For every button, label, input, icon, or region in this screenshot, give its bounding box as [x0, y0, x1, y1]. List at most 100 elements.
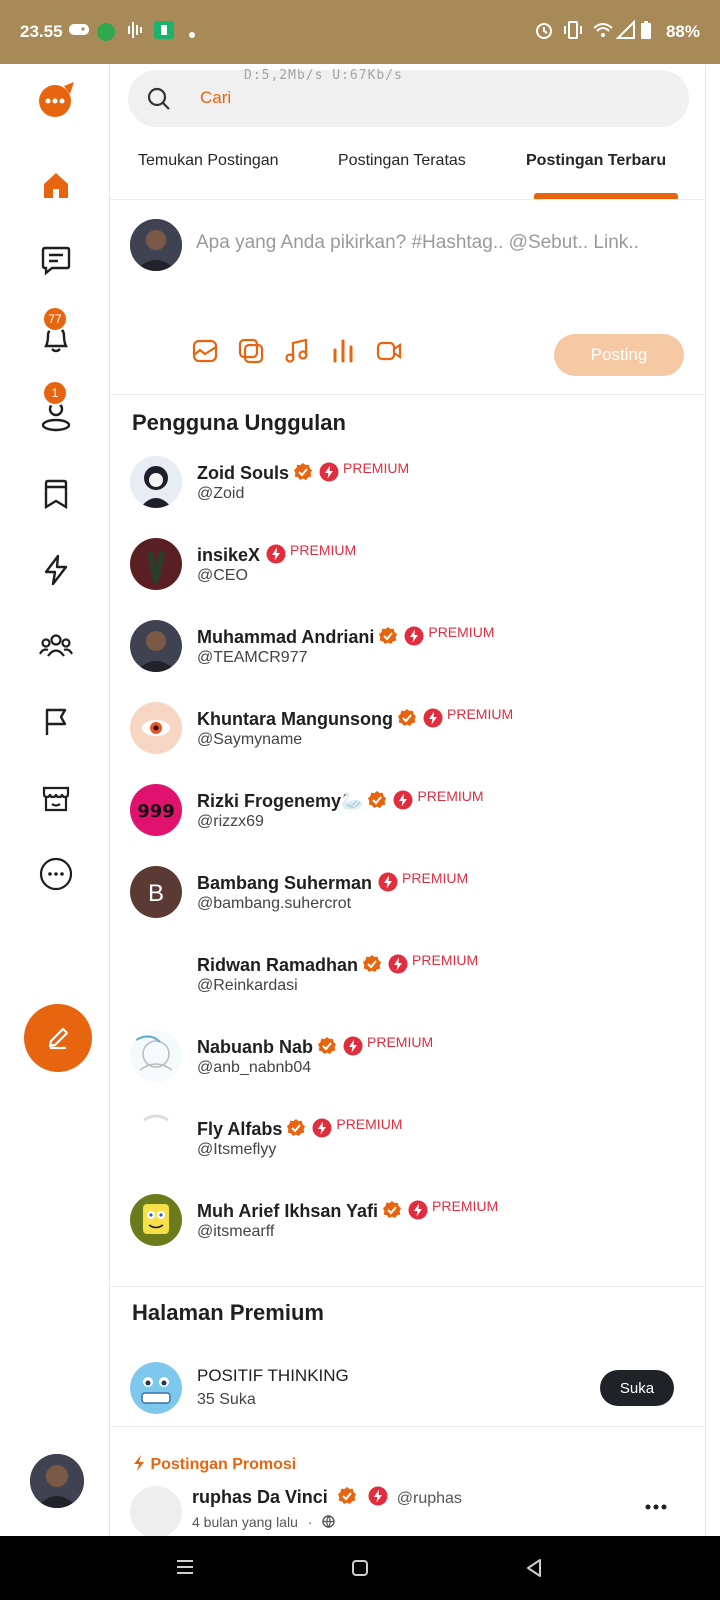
user-name[interactable]: Zoid Souls: [197, 463, 289, 483]
premium-icon: [319, 462, 339, 482]
user-handle: @itsmearff: [197, 1223, 275, 1240]
marketplace-store-icon[interactable]: [34, 776, 78, 820]
user-name[interactable]: Nabuanb Nab: [197, 1037, 313, 1057]
pages-flag-icon[interactable]: [34, 700, 78, 744]
signal-icon: [615, 19, 636, 45]
user-name[interactable]: Bambang Suherman: [197, 873, 372, 893]
badge-icon: [96, 20, 116, 47]
user-avatar[interactable]: [130, 1112, 182, 1164]
wifi-icon: [592, 20, 614, 45]
user-handle: @TEAMCR977: [197, 649, 308, 666]
composer-avatar: [130, 219, 182, 271]
battery-icon: [640, 20, 652, 45]
user-handle: @Reinkardasi: [197, 977, 298, 994]
featured-user-row[interactable]: insikeX PREMIUM @CEO: [130, 538, 690, 598]
pencil-icon: [48, 1027, 69, 1050]
user-avatar[interactable]: [130, 620, 182, 672]
featured-user-row[interactable]: B Bambang Suherman PREMIUM @bambang.suhercr…: [130, 866, 690, 926]
premium-icon: [404, 626, 424, 646]
promo-author-text: ruphas Da Vinci: [192, 1487, 328, 1507]
user-name[interactable]: Muhammad Andriani: [197, 627, 374, 647]
search-icon: [147, 87, 170, 110]
user-name-line: insikeX PREMIUM: [197, 542, 356, 566]
user-name[interactable]: insikeX: [197, 545, 260, 565]
user-name[interactable]: Fly Alfabs: [197, 1119, 282, 1139]
tab-top[interactable]: Postingan Teratas: [338, 152, 466, 170]
like-page-button[interactable]: Suka: [600, 1370, 674, 1406]
user-avatar[interactable]: [130, 1194, 182, 1246]
featured-user-row[interactable]: Khuntara Mangunsong PREMIUM @Saymyname: [130, 702, 690, 762]
bookmark-icon[interactable]: [34, 472, 78, 516]
messages-icon[interactable]: [34, 238, 78, 282]
friend-requests-badge: 1: [42, 380, 68, 406]
user-avatar[interactable]: [130, 1030, 182, 1082]
globe-icon: [322, 1515, 336, 1529]
featured-user-row[interactable]: 999 Rizki Frogenemy🦢 PREMIUM @rizzx69: [130, 784, 690, 844]
post-button[interactable]: Posting: [554, 334, 684, 376]
verified-icon: [318, 1037, 337, 1054]
search-input[interactable]: Cari: [128, 70, 689, 127]
more-icon[interactable]: [34, 852, 78, 896]
composer-divider: [110, 394, 705, 395]
premium-label: PREMIUM: [417, 788, 484, 804]
popular-bolt-icon[interactable]: [34, 548, 78, 592]
poll-icon[interactable]: [330, 338, 356, 364]
battery-percent: 88%: [665, 22, 700, 41]
tab-discover[interactable]: Temukan Postingan: [138, 152, 279, 170]
user-avatar[interactable]: [130, 702, 182, 754]
promoted-post-label: Postingan Promosi: [132, 1454, 296, 1474]
user-avatar[interactable]: [130, 456, 182, 508]
promo-author-name[interactable]: ruphas Da Vinci @ruphas: [192, 1486, 462, 1508]
promo-meta: 4 bulan yang lalu ·: [192, 1514, 336, 1530]
premium-label: PREMIUM: [447, 706, 514, 722]
featured-divider: [110, 1286, 705, 1287]
featured-user-row[interactable]: Ridwan Ramadhan PREMIUM @Reinkardasi: [130, 948, 690, 1008]
user-name-line: Zoid Souls PREMIUM: [197, 460, 409, 484]
user-avatar[interactable]: 999: [130, 784, 182, 836]
featured-user-row[interactable]: Zoid Souls PREMIUM @Zoid: [130, 456, 690, 516]
premium-icon: [312, 1118, 332, 1138]
post-menu-icon[interactable]: [644, 1498, 668, 1516]
page-likes: 35 Suka: [197, 1391, 256, 1408]
user-name[interactable]: Khuntara Mangunsong: [197, 709, 393, 729]
image-upload-icon[interactable]: [192, 338, 218, 364]
user-avatar[interactable]: [130, 948, 182, 1000]
music-icon[interactable]: [284, 338, 310, 364]
notifications-badge: 77: [42, 306, 68, 332]
user-name[interactable]: Rizki Frogenemy🦢: [197, 791, 363, 811]
promo-separator: ·: [307, 1514, 313, 1530]
promo-author-avatar[interactable]: [130, 1486, 182, 1536]
bolt-icon: [134, 1455, 144, 1471]
album-icon[interactable]: [238, 338, 264, 364]
featured-user-row[interactable]: Muh Arief Ikhsan Yafi PREMIUM @itsmearff: [130, 1194, 690, 1254]
featured-user-row[interactable]: Fly Alfabs PREMIUM @Itsmeflyy: [130, 1112, 690, 1172]
user-handle: @Zoid: [197, 485, 245, 502]
back-icon[interactable]: [524, 1557, 544, 1579]
featured-user-row[interactable]: Nabuanb Nab PREMIUM @anb_nabnb04: [130, 1030, 690, 1090]
home-button-icon[interactable]: [350, 1558, 370, 1578]
tab-latest[interactable]: Postingan Terbaru: [526, 152, 666, 170]
recent-apps-icon[interactable]: [174, 1558, 196, 1576]
premium-label: PREMIUM: [412, 952, 479, 968]
featured-user-row[interactable]: Muhammad Andriani PREMIUM @TEAMCR977: [130, 620, 690, 680]
dot-icon: [188, 24, 196, 44]
user-avatar[interactable]: B: [130, 866, 182, 918]
user-name[interactable]: Ridwan Ramadhan: [197, 955, 358, 975]
compose-button[interactable]: [24, 1004, 92, 1072]
user-name[interactable]: Muh Arief Ikhsan Yafi: [197, 1201, 378, 1221]
profile-avatar[interactable]: [30, 1454, 84, 1508]
user-handle: @rizzx69: [197, 813, 264, 830]
user-name-line: Ridwan Ramadhan PREMIUM: [197, 952, 478, 976]
home-icon[interactable]: [34, 164, 78, 208]
composer-input[interactable]: Apa yang Anda pikirkan? #Hashtag.. @Sebu…: [196, 232, 639, 254]
status-time: 23.55: [20, 22, 63, 41]
premium-label: PREMIUM: [343, 460, 410, 476]
user-avatar[interactable]: [130, 538, 182, 590]
logo-icon[interactable]: [34, 78, 78, 122]
tabs-divider: [110, 199, 705, 200]
user-handle: @anb_nabnb04: [197, 1059, 312, 1076]
video-icon[interactable]: [376, 338, 402, 364]
groups-icon[interactable]: [34, 624, 78, 668]
premium-label: PREMIUM: [290, 542, 357, 558]
premium-icon: [408, 1200, 428, 1220]
